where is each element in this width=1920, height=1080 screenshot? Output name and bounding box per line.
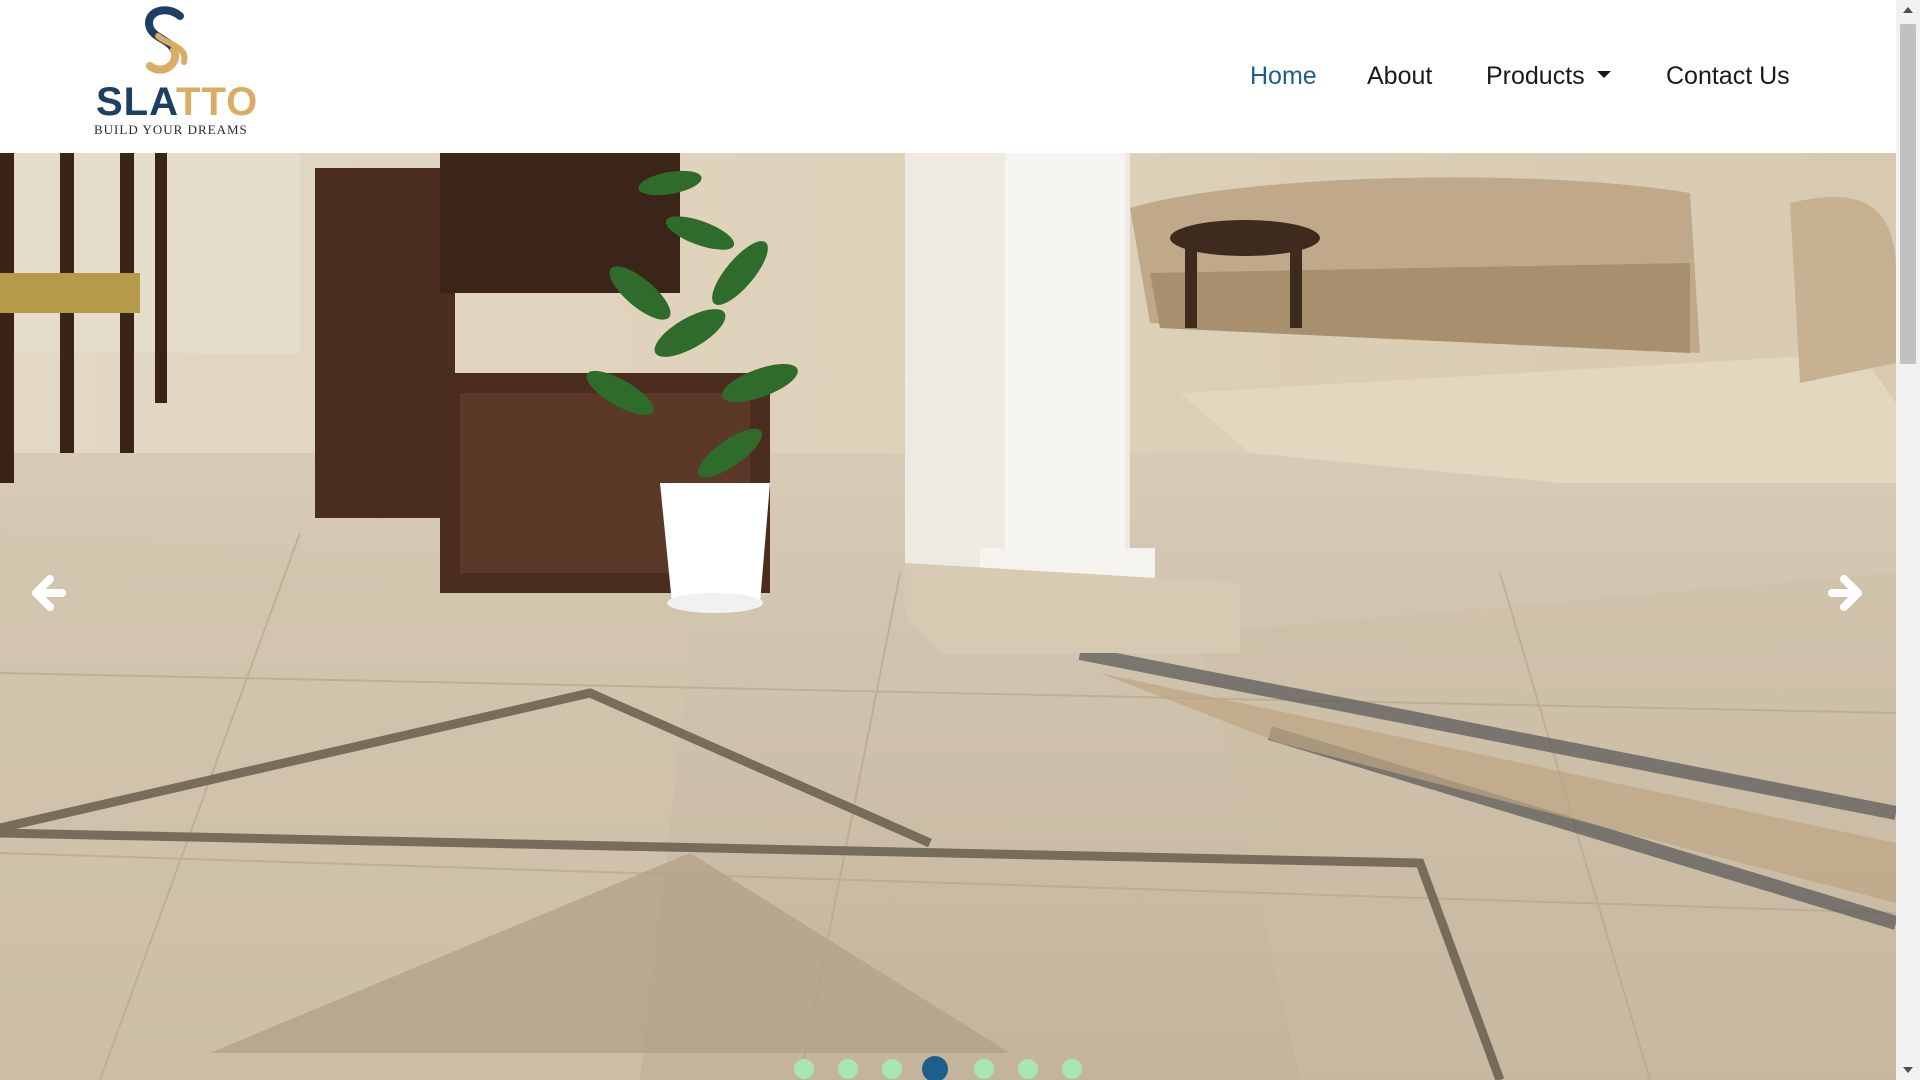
carousel-indicators [0, 1055, 1896, 1080]
top-navbar: SLATTO BUILD YOUR DREAMS Home About Prod… [0, 0, 1896, 153]
nav-contact[interactable]: Contact Us [1666, 58, 1790, 94]
brand-tagline: BUILD YOUR DREAMS [94, 122, 248, 137]
nav-home[interactable]: Home [1250, 58, 1317, 94]
nav-products[interactable]: Products [1486, 58, 1611, 94]
arrow-left-icon [32, 575, 66, 611]
carousel-indicator-4[interactable] [922, 1056, 948, 1080]
hero-slide-image [0, 153, 1896, 1080]
arrow-right-icon [1828, 575, 1862, 611]
scroll-up-icon [1903, 7, 1913, 13]
scroll-down-icon [1903, 1067, 1913, 1073]
scroll-thumb[interactable] [1900, 24, 1916, 364]
scroll-down-button[interactable] [1896, 1060, 1920, 1080]
carousel-indicator-5[interactable] [974, 1059, 994, 1079]
carousel-indicator-6[interactable] [1018, 1059, 1038, 1079]
main-nav: Home About Products Contact Us [0, 58, 1896, 94]
page-scrollbar[interactable] [1896, 0, 1920, 1080]
nav-about[interactable]: About [1367, 58, 1432, 94]
caret-down-icon [1596, 70, 1611, 78]
hero-carousel [0, 153, 1896, 1080]
nav-products-label: Products [1486, 62, 1585, 90]
carousel-indicator-2[interactable] [838, 1059, 858, 1079]
carousel-indicator-7[interactable] [1062, 1059, 1082, 1079]
carousel-indicator-3[interactable] [882, 1059, 902, 1079]
carousel-next-button[interactable] [1812, 563, 1872, 623]
carousel-prev-button[interactable] [22, 563, 82, 623]
carousel-indicator-1[interactable] [794, 1059, 814, 1079]
scroll-up-button[interactable] [1896, 0, 1920, 20]
